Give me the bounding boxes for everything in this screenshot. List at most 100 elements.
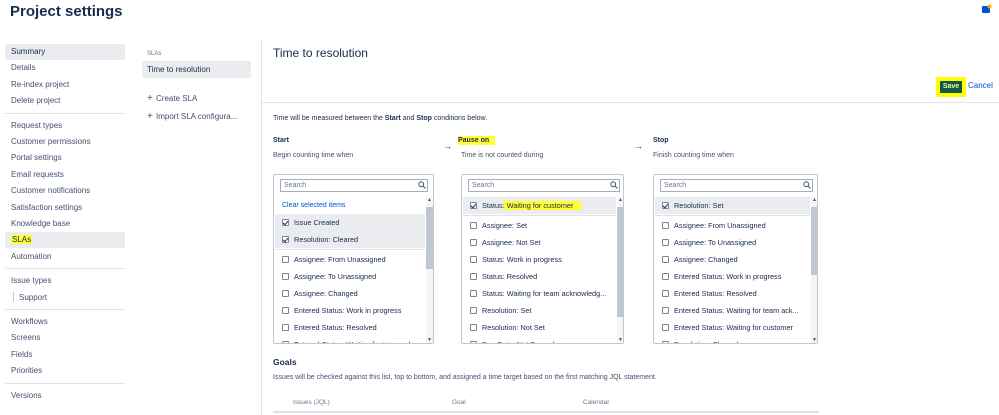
scroll-up-icon[interactable]: ▲ [427,197,432,203]
checkbox[interactable] [282,236,289,243]
list-item[interactable]: Entered Status: Work in progress [275,302,425,319]
checkbox[interactable] [662,290,669,297]
scroll-down-icon[interactable]: ▼ [812,337,817,343]
checkbox[interactable] [470,341,477,343]
pause-scrollbar[interactable]: ▲ ▼ [617,197,623,343]
list-item[interactable]: Resolution: Cleared [275,231,425,248]
list-item[interactable]: Resolution: Not Set [463,319,616,336]
list-item[interactable]: Entered Status: Resolved [655,285,810,302]
sidebar-item-customer-notifications[interactable]: Customer notifications [5,183,125,199]
checkbox[interactable] [470,307,477,314]
checkbox[interactable] [282,290,289,297]
checkbox[interactable] [470,290,477,297]
sidebar-item-satisfaction-settings[interactable]: Satisfaction settings [5,200,125,216]
scroll-up-icon[interactable]: ▲ [812,197,817,203]
checkbox[interactable] [282,307,289,314]
sidebar-item-label: Summary [11,47,46,56]
pause-search-input[interactable]: Search [468,179,620,192]
plus-icon: + [147,111,153,122]
sidebar-item-workflows[interactable]: Workflows [5,314,125,330]
checkbox[interactable] [662,307,669,314]
list-item[interactable]: Status: Work in progress [463,251,616,268]
cancel-link[interactable]: Cancel [968,81,993,90]
sidebar-item-support[interactable]: Support [5,290,125,306]
checkbox[interactable] [470,256,477,263]
clear-selected-link[interactable]: Clear selected items [275,197,425,214]
sidebar-item-email-requests[interactable]: Email requests [5,167,125,183]
import-sla-link[interactable]: + Import SLA configura... [147,111,237,123]
scroll-down-icon[interactable]: ▼ [427,337,432,343]
list-item[interactable]: Issue Created [275,214,425,231]
list-item[interactable]: Entered Status: Waiting for customer [655,319,810,336]
notification-bell-icon[interactable] [981,4,992,15]
sidebar-item-slas[interactable]: SLAs [5,232,125,249]
list-item[interactable]: Entered Status: Resolved [275,319,425,336]
create-sla-link[interactable]: + Create SLA [147,93,197,105]
list-item[interactable]: Status: Waiting for customer [463,197,616,214]
column-header: Goal [452,399,466,406]
list-item[interactable]: Entered Status: Waiting for team ack... [655,302,810,319]
list-item[interactable]: Assignee: From Unassigned [655,217,810,234]
start-search-input[interactable]: Search [280,179,428,192]
stop-scrollbar[interactable]: ▲ ▼ [811,197,817,343]
list-item[interactable]: Status: Resolved [463,268,616,285]
list-item[interactable]: Assignee: To Unassigned [655,234,810,251]
checkbox[interactable] [470,202,477,209]
list-item[interactable]: Assignee: Changed [275,285,425,302]
scroll-up-icon[interactable]: ▲ [618,197,623,203]
option-label: Resolution: Not Set [482,323,545,332]
checkbox[interactable] [662,222,669,229]
sidebar-item-priorities[interactable]: Priorities [5,363,125,379]
list-item[interactable]: Assignee: Set [463,217,616,234]
list-item[interactable]: Due Date: Not Passed [463,336,616,343]
checkbox[interactable] [282,324,289,331]
checkbox[interactable] [282,341,289,343]
sidebar-item-fields[interactable]: Fields [5,347,125,363]
checkbox[interactable] [282,219,289,226]
sidebar-item-summary[interactable]: Summary [5,44,125,60]
list-item[interactable]: Entered Status: Work in progress [655,268,810,285]
list-item[interactable]: Resolution: Set [463,302,616,319]
sla-item-time-to-resolution[interactable]: Time to resolution [142,61,251,78]
list-item[interactable]: Assignee: Not Set [463,234,616,251]
sidebar-item-issue-types[interactable]: Issue types [5,273,125,289]
checkbox[interactable] [282,273,289,280]
list-item[interactable]: Assignee: To Unassigned [275,268,425,285]
checkbox[interactable] [662,202,669,209]
scroll-thumb[interactable] [811,207,817,275]
sidebar-item-knowledge-base[interactable]: Knowledge base [5,216,125,232]
sidebar-item-request-types[interactable]: Request types [5,118,125,134]
sidebar-item-label: Re-index project [11,79,70,89]
list-item[interactable]: Resolution: Set [655,197,810,214]
start-scrollbar[interactable]: ▲ ▼ [426,197,433,343]
column-header: Issues (JQL) [293,399,330,406]
scroll-down-icon[interactable]: ▼ [618,337,623,343]
list-item[interactable]: Assignee: From Unassigned [275,251,425,268]
checkbox[interactable] [662,256,669,263]
sidebar-item-delete-project[interactable]: Delete project [5,93,125,109]
list-item[interactable]: Status: Waiting for team acknowledg... [463,285,616,302]
stop-search-input[interactable]: Search [660,179,813,192]
save-button[interactable]: Save [936,77,966,97]
checkbox[interactable] [662,324,669,331]
scroll-thumb[interactable] [617,207,623,317]
checkbox[interactable] [662,273,669,280]
sidebar-item-versions[interactable]: Versions [5,388,125,404]
checkbox[interactable] [470,324,477,331]
list-item[interactable]: Entered Status: Waiting for team ack... [275,336,425,343]
sidebar-item-re-index-project[interactable]: Re-index project [5,77,125,93]
sidebar-item-automation[interactable]: Automation [5,249,125,265]
scroll-thumb[interactable] [426,207,433,269]
list-item[interactable]: Assignee: Changed [655,251,810,268]
checkbox[interactable] [662,239,669,246]
checkbox[interactable] [662,341,669,343]
sidebar-item-portal-settings[interactable]: Portal settings [5,150,125,166]
sidebar-item-customer-permissions[interactable]: Customer permissions [5,134,125,150]
list-item[interactable]: Resolution: Cleared [655,336,810,343]
checkbox[interactable] [282,256,289,263]
checkbox[interactable] [470,239,477,246]
checkbox[interactable] [470,273,477,280]
sidebar-item-screens[interactable]: Screens [5,330,125,346]
checkbox[interactable] [470,222,477,229]
sidebar-item-details[interactable]: Details [5,60,125,76]
